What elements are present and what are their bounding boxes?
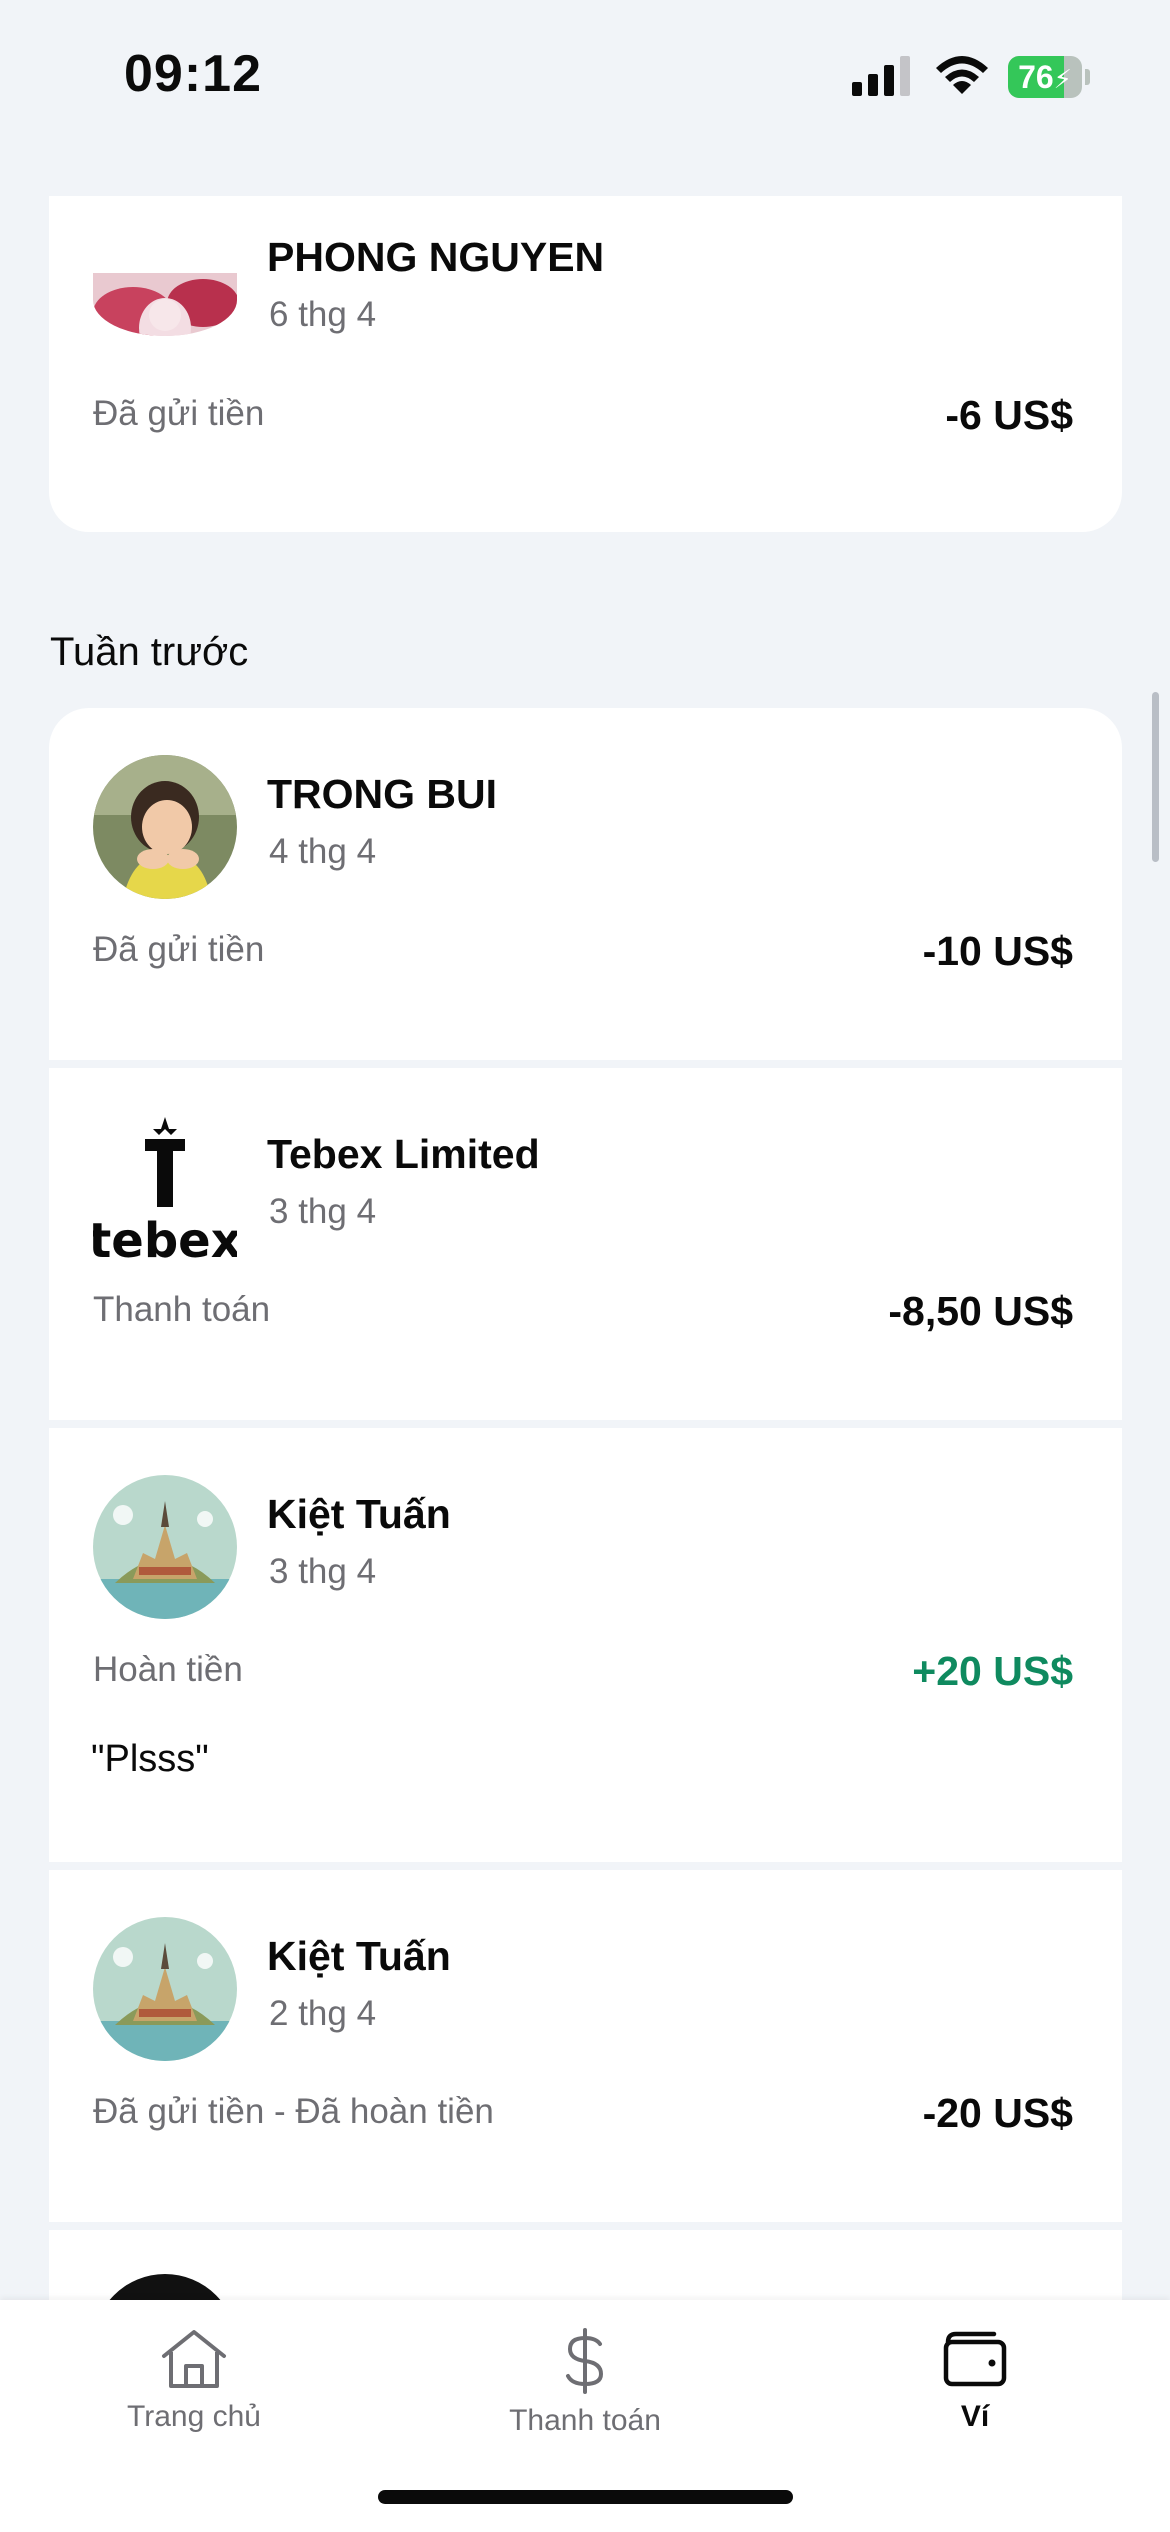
status-bar: 09:12 76⚡ <box>0 0 1170 150</box>
transaction-name: TRONG BUI <box>267 771 498 817</box>
battery-level: 76 <box>1018 59 1054 95</box>
transaction-type: Thanh toán <box>93 1290 271 1329</box>
tab-wallet[interactable]: Ví <box>845 2328 1105 2468</box>
transaction-amount: -10 US$ <box>922 928 1073 974</box>
tab-label: Ví <box>960 2400 990 2433</box>
wallet-icon <box>943 2331 1007 2387</box>
transaction-amount: -8,50 US$ <box>888 1288 1073 1334</box>
home-indicator <box>378 2490 793 2504</box>
transaction-date: 3 thg 4 <box>269 1552 377 1591</box>
transaction-type: Đã gửi tiền <box>93 930 265 969</box>
transaction-amount: +20 US$ <box>912 1648 1073 1694</box>
svg-text:tebex: tebex <box>93 1213 237 1259</box>
wifi-icon <box>936 56 988 94</box>
castle-island-avatar <box>93 1475 237 1619</box>
tab-label: Thanh toán <box>509 2404 661 2437</box>
transaction-type: Đã gửi tiền - Đã hoàn tiền <box>93 2092 494 2131</box>
transaction-card[interactable]: Kiệt Tuấn 3 thg 4 Hoàn tiền +20 US$ "Pls… <box>49 1428 1122 1862</box>
home-icon <box>162 2330 226 2388</box>
dollar-icon <box>566 2328 604 2394</box>
child-photo-avatar <box>93 755 237 899</box>
transaction-name: PHONG NGUYEN <box>267 234 605 280</box>
transaction-date: 6 thg 4 <box>269 295 377 334</box>
tab-payments[interactable]: Thanh toán <box>455 2328 715 2468</box>
transaction-card[interactable]: Kiệt Tuấn 2 thg 4 Đã gửi tiền - Đã hoàn … <box>49 1870 1122 2222</box>
transaction-type: Đã gửi tiền <box>93 394 265 433</box>
transaction-note: "Plsss" <box>91 1738 209 1780</box>
castle-island-avatar <box>93 1917 237 2061</box>
transaction-card[interactable]: TRONG BUI 4 thg 4 Đã gửi tiền -10 US$ <box>49 708 1122 1060</box>
anime-artwork-avatar <box>93 246 237 336</box>
transaction-name: Tebex Limited <box>267 1131 540 1177</box>
transaction-amount: -20 US$ <box>922 2090 1073 2136</box>
transaction-date: 2 thg 4 <box>269 1994 377 2033</box>
transaction-card[interactable]: PHONG NGUYEN 6 thg 4 Đã gửi tiền -6 US$ <box>49 196 1122 532</box>
transaction-type: Hoàn tiền <box>93 1650 243 1689</box>
tebex-logo: tebex <box>93 1115 237 1259</box>
tab-home[interactable]: Trang chủ <box>64 2328 324 2468</box>
charging-bolt-icon: ⚡ <box>1053 64 1072 94</box>
tab-label: Trang chủ <box>127 2400 261 2433</box>
transaction-name: Kiệt Tuấn <box>267 1491 451 1537</box>
activity-list[interactable]: PHONG NGUYEN 6 thg 4 Đã gửi tiền -6 US$ … <box>0 0 1170 2300</box>
section-header: Tuần trước <box>50 630 249 674</box>
transaction-card[interactable]: tebex Tebex Limited 3 thg 4 Thanh toán -… <box>49 1068 1122 1420</box>
transaction-date: 4 thg 4 <box>269 832 377 871</box>
status-time: 09:12 <box>124 45 262 103</box>
scrollbar[interactable] <box>1152 692 1159 862</box>
transaction-name: Kiệt Tuấn <box>267 1933 451 1979</box>
cellular-signal-icon <box>852 56 910 96</box>
transaction-date: 3 thg 4 <box>269 1192 377 1231</box>
avatar <box>93 2274 237 2300</box>
transaction-amount: -6 US$ <box>945 392 1073 438</box>
battery-icon: 76⚡ <box>1008 56 1090 98</box>
transaction-card[interactable] <box>49 2230 1122 2300</box>
